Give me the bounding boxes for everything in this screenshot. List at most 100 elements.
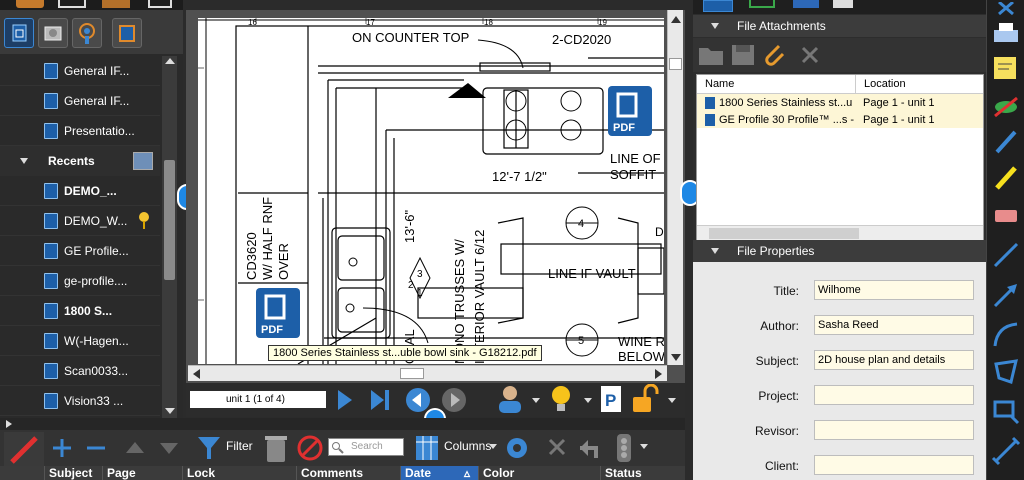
delete-icon[interactable] [799,44,821,66]
list-item[interactable]: 1800 S... [0,296,160,326]
next-page-icon[interactable] [334,388,356,412]
lightbulb-icon[interactable] [548,384,574,414]
filter-icon[interactable] [196,434,222,462]
page-setup-icon[interactable]: P [598,384,624,414]
scroll-down-icon[interactable] [165,408,175,414]
pin-icon[interactable] [137,211,151,231]
list-item[interactable]: General IF... [0,56,160,86]
scroll-up-icon[interactable] [671,16,681,23]
traffic-light-icon[interactable] [612,432,636,464]
tab-tool-chest[interactable] [112,18,142,48]
pen-icon[interactable] [991,126,1021,156]
table-row[interactable]: GE Profile 30 Profile™ ...s - Page 1 - u… [697,111,983,128]
list-item[interactable]: General IF... [0,86,160,116]
collapse-triangle-icon[interactable] [711,248,719,254]
column-lock[interactable]: Lock [182,466,296,480]
column-name[interactable]: Name [697,78,855,90]
layers-tab-icon[interactable] [793,0,819,8]
scroll-thumb[interactable] [164,160,175,280]
tab-file-access[interactable] [4,18,34,48]
last-page-icon[interactable] [368,388,392,412]
list-item[interactable]: W(-Hagen... [0,326,160,356]
recents-header[interactable]: Recents [0,146,160,176]
status-dropdown-icon[interactable] [640,444,648,449]
list-item[interactable]: DEMO_... [0,176,160,206]
collapse-triangle-icon[interactable] [711,23,719,29]
list-item[interactable]: DEMO_W... [0,206,160,236]
orange-app-icon[interactable] [16,0,44,8]
move-down-icon[interactable] [158,436,180,460]
table-row[interactable]: 1800 Series Stainless st...u Page 1 - un… [697,94,983,111]
box-icon[interactable] [102,0,130,8]
remove-icon[interactable] [84,436,108,460]
settings-gear-icon[interactable] [502,432,532,464]
move-up-icon[interactable] [124,436,146,460]
left-scrollbar[interactable] [162,56,177,418]
columns-dropdown-icon[interactable] [489,444,497,449]
user-dropdown-icon[interactable] [532,398,540,403]
attachments-scrollbar[interactable] [697,225,983,241]
calendar-icon[interactable] [132,152,153,170]
scroll-right-icon[interactable] [655,369,662,379]
column-subject[interactable]: Subject [44,466,102,480]
scroll-right-icon[interactable] [6,420,12,428]
next-view-icon[interactable] [440,386,468,414]
scroll-thumb[interactable] [669,58,682,70]
folder-icon[interactable] [697,42,725,68]
list-item[interactable]: Presentatio... [0,116,160,146]
trash-icon[interactable] [262,432,290,464]
paperclip-icon[interactable] [761,42,789,68]
user-icon[interactable] [496,384,524,414]
tab-studio[interactable] [72,18,102,48]
monitor-icon[interactable] [148,0,172,8]
columns-icon[interactable] [414,432,440,464]
column-status[interactable]: Status [600,466,685,480]
arc-icon[interactable] [991,320,1021,350]
attachments-header[interactable]: File Attachments [693,15,986,37]
unlock-icon[interactable] [630,384,662,414]
collapse-triangle-icon[interactable] [20,158,28,164]
eraser-tab-icon[interactable] [833,0,853,8]
lock-dropdown-icon[interactable] [668,398,676,403]
columns-label[interactable]: Columns [444,439,491,453]
layout-icon[interactable] [58,0,86,8]
tab-storage[interactable] [38,18,68,48]
arrow-icon[interactable] [991,280,1021,310]
revisor-field[interactable] [814,420,974,440]
hide-markup-icon[interactable] [991,92,1021,122]
gear-tab-icon[interactable] [703,0,733,12]
markup-pen-icon[interactable] [4,432,44,466]
markup-tab-icon[interactable] [749,0,775,8]
project-field[interactable] [814,385,974,405]
close-markup-icon[interactable] [546,436,568,460]
typewriter-icon[interactable] [991,18,1021,48]
list-item[interactable]: Scan0033... [0,356,160,386]
scroll-thumb[interactable] [400,368,424,379]
document-horizontal-scrollbar[interactable] [188,365,667,381]
scroll-left-icon[interactable] [193,369,200,379]
markups-hscroll[interactable] [0,418,685,430]
line-icon[interactable] [991,240,1021,270]
author-field[interactable]: Sasha Reed [814,315,974,335]
list-item[interactable]: Vision33 ... [0,386,160,416]
scroll-up-icon[interactable] [165,58,175,64]
properties-header[interactable]: File Properties [693,240,986,262]
dimension-icon[interactable] [991,436,1021,466]
highlighter-icon[interactable] [991,162,1021,192]
subject-field[interactable]: 2D house plan and details [814,350,974,370]
note-icon[interactable] [991,54,1021,84]
column-page[interactable]: Page [102,466,182,480]
eraser-icon[interactable] [991,200,1021,230]
filter-label[interactable]: Filter [226,439,253,453]
column-location[interactable]: Location [855,75,906,93]
drawing-page[interactable]: 16 17 18 19 5 7 ON COUNTER TOP 2-CD2020 … [198,18,664,364]
scroll-thumb[interactable] [709,228,859,239]
column-color[interactable]: Color [478,466,600,480]
title-field[interactable]: Wilhome [814,280,974,300]
add-icon[interactable] [50,436,74,460]
save-icon[interactable] [729,42,757,68]
lightbulb-dropdown-icon[interactable] [584,398,592,403]
reply-arrow-icon[interactable] [576,434,606,462]
list-item[interactable]: ge-profile.... [0,266,160,296]
list-item[interactable]: GE Profile... [0,236,160,266]
